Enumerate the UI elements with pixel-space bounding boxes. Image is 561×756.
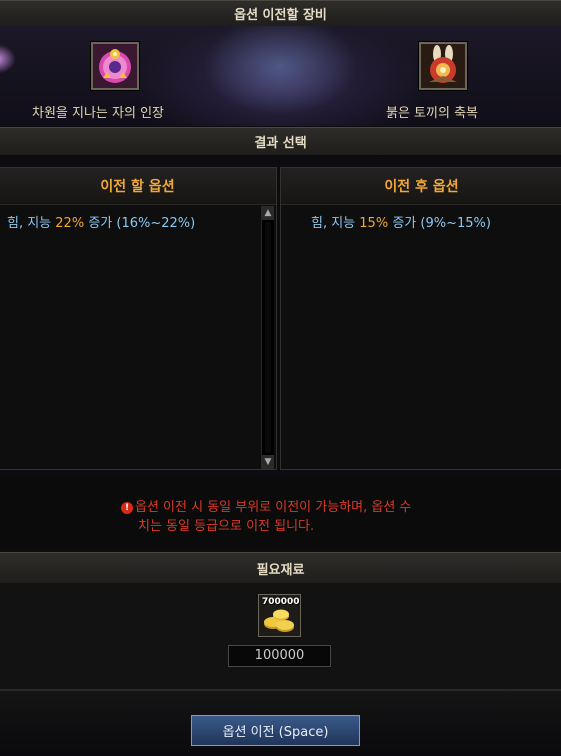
after-option-line: 힘, 지능 15% 증가 (9%~15%)	[311, 212, 491, 231]
source-item-slot[interactable]	[91, 42, 139, 90]
after-option-title: 이전 후 옵션	[281, 168, 561, 205]
material-header: 필요재료	[0, 552, 561, 584]
before-option-title: 이전 할 옵션	[0, 168, 276, 205]
sparkle-decoration	[0, 44, 16, 74]
warning-icon: !	[121, 501, 133, 514]
before-option-scrollbar[interactable]: ▲ ▼	[261, 206, 274, 469]
footer-area: 옵션 이전 (Space)	[0, 691, 561, 756]
target-item-name: 붉은 토끼의 축복	[386, 106, 478, 121]
before-option-line[interactable]: 힘, 지능 22% 증가 (16%~22%)	[7, 212, 195, 231]
after-option-suffix: 증가 (9%~15%)	[388, 216, 491, 231]
after-option-prefix: 힘, 지능	[311, 216, 360, 231]
equipment-header: 옵션 이전할 장비	[0, 0, 561, 27]
equipment-area: 차원을 지나는 자의 인장 붉은 토끼의 축복	[0, 26, 561, 126]
pink-medallion-icon	[93, 44, 137, 88]
after-option-panel: 이전 후 옵션 힘, 지능 15% 증가 (9%~15%)	[280, 167, 561, 470]
notice-area: ! 옵션 이전 시 동일 부위로 이전이 가능하며, 옵션 수 치는 동일 등급으…	[0, 478, 561, 550]
source-item-name: 차원을 지나는 자의 인장	[32, 106, 164, 121]
equipment-header-title: 옵션 이전할 장비	[234, 8, 327, 23]
material-quantity: 100000	[228, 645, 331, 667]
before-option-suffix: 증가 (16%~22%)	[84, 216, 196, 231]
target-item-slot[interactable]	[419, 42, 467, 90]
notice-line-2: 치는 동일 등급으로 이전 됩니다.	[138, 519, 315, 534]
before-option-prefix: 힘, 지능	[7, 216, 56, 231]
material-area: 700000 100000	[0, 583, 561, 691]
after-option-value: 15%	[359, 216, 389, 231]
scroll-up-button[interactable]: ▲	[262, 206, 274, 220]
before-option-panel: 이전 할 옵션 힘, 지능 22% 증가 (16%~22%) ▲ ▼	[0, 167, 277, 470]
transfer-notice: ! 옵션 이전 시 동일 부위로 이전이 가능하며, 옵션 수 치는 동일 등급으…	[121, 498, 411, 536]
option-transfer-button[interactable]: 옵션 이전 (Space)	[191, 715, 360, 746]
scroll-down-button[interactable]: ▼	[262, 455, 274, 469]
red-rabbit-charm-icon	[421, 44, 465, 88]
material-header-title: 필요재료	[256, 562, 305, 578]
material-count-label: 700000	[262, 597, 300, 607]
before-option-value: 22%	[55, 216, 85, 231]
result-header-title: 결과 선택	[254, 136, 307, 151]
notice-line-1: 옵션 이전 시 동일 부위로 이전이 가능하며, 옵션 수	[135, 500, 412, 515]
material-slot[interactable]: 700000	[258, 594, 301, 637]
result-header: 결과 선택	[0, 127, 561, 156]
scroll-track[interactable]	[265, 222, 271, 453]
